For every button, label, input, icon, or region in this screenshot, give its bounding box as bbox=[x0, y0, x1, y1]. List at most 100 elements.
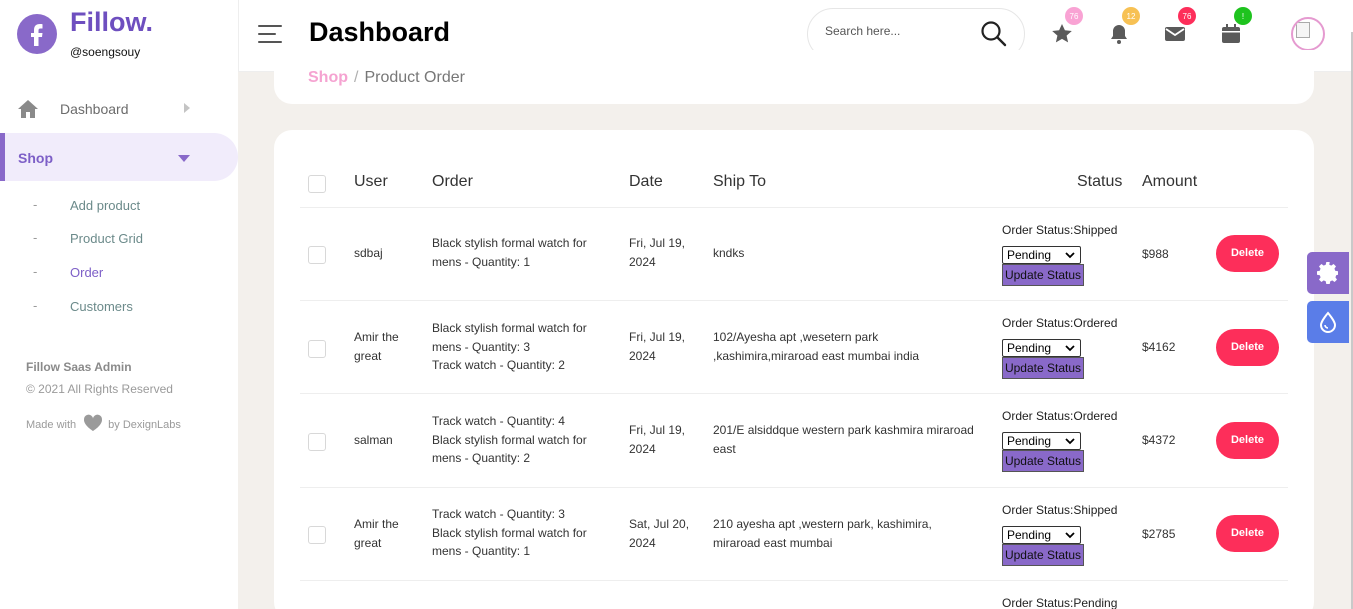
ship-to-line: east bbox=[713, 441, 736, 456]
home-icon bbox=[17, 99, 39, 124]
cell-ship-to: 210 ayesha apt ,western park, kashimira,… bbox=[713, 515, 932, 552]
sidebar-item-shop[interactable]: Shop bbox=[0, 133, 238, 181]
cell-ship-to: 102/Ayesha apt ,wesetern park ,kashimira… bbox=[713, 328, 919, 365]
search-input[interactable] bbox=[825, 24, 975, 38]
status-select[interactable]: Pending bbox=[1002, 246, 1081, 264]
user-name-line: salman bbox=[354, 433, 393, 447]
calendar-icon[interactable]: ! bbox=[1219, 7, 1252, 46]
star-icon[interactable]: 76 bbox=[1050, 7, 1083, 46]
dash-bullet-icon: - bbox=[33, 264, 38, 279]
cell-date: Sat, Jul 20, 2024 bbox=[629, 515, 689, 552]
delete-button[interactable]: Delete bbox=[1216, 235, 1279, 272]
cell-ship-to: kndks bbox=[713, 244, 744, 263]
order-line: Track watch - Quantity: 3 bbox=[432, 507, 565, 521]
sidebar-subitem-order[interactable]: - Order bbox=[0, 263, 238, 283]
theme-button[interactable] bbox=[1307, 301, 1349, 343]
status-select-value: Pending bbox=[1007, 434, 1052, 448]
heart-icon bbox=[83, 414, 103, 435]
cell-date: Fri, Jul 19, 2024 bbox=[629, 328, 685, 365]
settings-button[interactable] bbox=[1307, 252, 1349, 294]
chevron-down-icon bbox=[1065, 532, 1075, 539]
delete-button[interactable]: Delete bbox=[1216, 329, 1279, 366]
row-divider bbox=[300, 300, 1288, 301]
column-header-date: Date bbox=[629, 173, 663, 190]
update-status-button[interactable]: Update Status bbox=[1002, 544, 1084, 566]
cell-order: Track watch - Quantity: 3 Black stylish … bbox=[432, 505, 587, 561]
order-line: Black stylish formal watch for bbox=[432, 321, 587, 335]
status-select[interactable]: Pending bbox=[1002, 526, 1081, 544]
subitem-label: Add product bbox=[70, 198, 141, 213]
page-title: Dashboard bbox=[309, 17, 451, 47]
avatar[interactable] bbox=[1291, 17, 1325, 51]
select-all-checkbox[interactable] bbox=[308, 175, 326, 193]
column-header-ship-to: Ship To bbox=[713, 173, 767, 190]
notification-badge: 76 bbox=[1178, 7, 1196, 25]
chevron-down-icon bbox=[178, 155, 190, 162]
hamburger-menu-icon[interactable] bbox=[258, 25, 282, 49]
cell-order: Track watch - Quantity: 4 Black stylish … bbox=[432, 412, 587, 468]
status-select[interactable]: Pending bbox=[1002, 432, 1081, 450]
breadcrumb-current: Product Order bbox=[364, 69, 465, 86]
order-line: Black stylish formal watch for bbox=[432, 432, 587, 447]
date-line: 2024 bbox=[629, 535, 656, 550]
dash-bullet-icon: - bbox=[33, 230, 38, 245]
user-name-line: sdbaj bbox=[354, 246, 383, 260]
delete-button[interactable]: Delete bbox=[1216, 515, 1279, 552]
bell-icon[interactable]: 12 bbox=[1107, 7, 1140, 46]
breadcrumb: Shop / Product Order bbox=[308, 69, 465, 87]
column-header-status: Status bbox=[1077, 173, 1123, 190]
cell-order: Black stylish formal watch for mens - Qu… bbox=[432, 319, 587, 375]
order-line: Black stylish formal watch for bbox=[432, 525, 587, 540]
order-line: Black stylish formal watch for bbox=[432, 236, 587, 250]
order-status-text: Order Status:Shipped bbox=[1002, 223, 1118, 237]
row-checkbox[interactable] bbox=[308, 246, 326, 264]
sidebar-subitem-product-grid[interactable]: - Product Grid bbox=[0, 229, 238, 249]
breadcrumb-card: Shop / Product Order bbox=[274, 50, 1314, 104]
brand[interactable]: Fillow. @soengsouy bbox=[17, 7, 153, 59]
footer-made-with: Made with by DexignLabs bbox=[26, 414, 181, 435]
status-select[interactable]: Pending bbox=[1002, 339, 1081, 357]
cell-amount: $2785 bbox=[1142, 527, 1176, 541]
chevron-down-icon bbox=[1065, 252, 1075, 259]
broken-image-icon bbox=[1296, 22, 1310, 38]
sidebar-item-label: Shop bbox=[18, 150, 53, 166]
cell-user: Amir the great bbox=[354, 515, 399, 552]
update-status-button[interactable]: Update Status bbox=[1002, 450, 1084, 472]
date-line: Fri, Jul 19, bbox=[629, 330, 686, 344]
made-with-text: Made with bbox=[26, 418, 77, 431]
date-line: Fri, Jul 19, bbox=[629, 423, 686, 437]
water-drop-icon bbox=[1319, 311, 1337, 333]
dash-bullet-icon: - bbox=[33, 298, 38, 313]
settings-gear-icon bbox=[1317, 262, 1338, 284]
row-checkbox[interactable] bbox=[308, 433, 326, 451]
sidebar-subitem-customers[interactable]: - Customers bbox=[0, 297, 238, 317]
brand-username: @soengsouy bbox=[70, 45, 141, 59]
delete-button[interactable]: Delete bbox=[1216, 422, 1279, 459]
order-status-text: Order Status:Pending bbox=[1002, 596, 1118, 609]
sidebar-item-dashboard[interactable]: Dashboard bbox=[0, 93, 238, 125]
user-name-line: Amir the bbox=[354, 330, 399, 344]
notification-badge: 76 bbox=[1065, 7, 1083, 25]
cell-amount: $4162 bbox=[1142, 340, 1176, 354]
notification-badge: ! bbox=[1234, 7, 1252, 25]
user-name-line: great bbox=[354, 535, 382, 550]
chevron-down-icon bbox=[1065, 345, 1075, 352]
subitem-label: Customers bbox=[70, 299, 133, 314]
date-line: 2024 bbox=[629, 254, 656, 269]
ship-to-line: ,kashimira,miraroad east mumbai india bbox=[713, 348, 920, 363]
update-status-button[interactable]: Update Status bbox=[1002, 264, 1084, 286]
ship-to-line: 201/E alsiddque western park kashmira mi… bbox=[713, 423, 974, 437]
date-line: 2024 bbox=[629, 348, 656, 363]
row-divider bbox=[300, 393, 1288, 394]
breadcrumb-parent[interactable]: Shop bbox=[308, 69, 348, 86]
row-checkbox[interactable] bbox=[308, 526, 326, 544]
notification-badge: 12 bbox=[1122, 7, 1140, 25]
status-select-value: Pending bbox=[1007, 528, 1052, 542]
update-status-button[interactable]: Update Status bbox=[1002, 357, 1084, 379]
row-checkbox[interactable] bbox=[308, 340, 326, 358]
mail-icon[interactable]: 76 bbox=[1163, 7, 1196, 46]
cell-user: Amir the great bbox=[354, 328, 399, 365]
sidebar-subitem-add-product[interactable]: - Add product bbox=[0, 196, 238, 216]
search-icon[interactable] bbox=[980, 20, 1008, 53]
dash-bullet-icon: - bbox=[33, 197, 38, 212]
